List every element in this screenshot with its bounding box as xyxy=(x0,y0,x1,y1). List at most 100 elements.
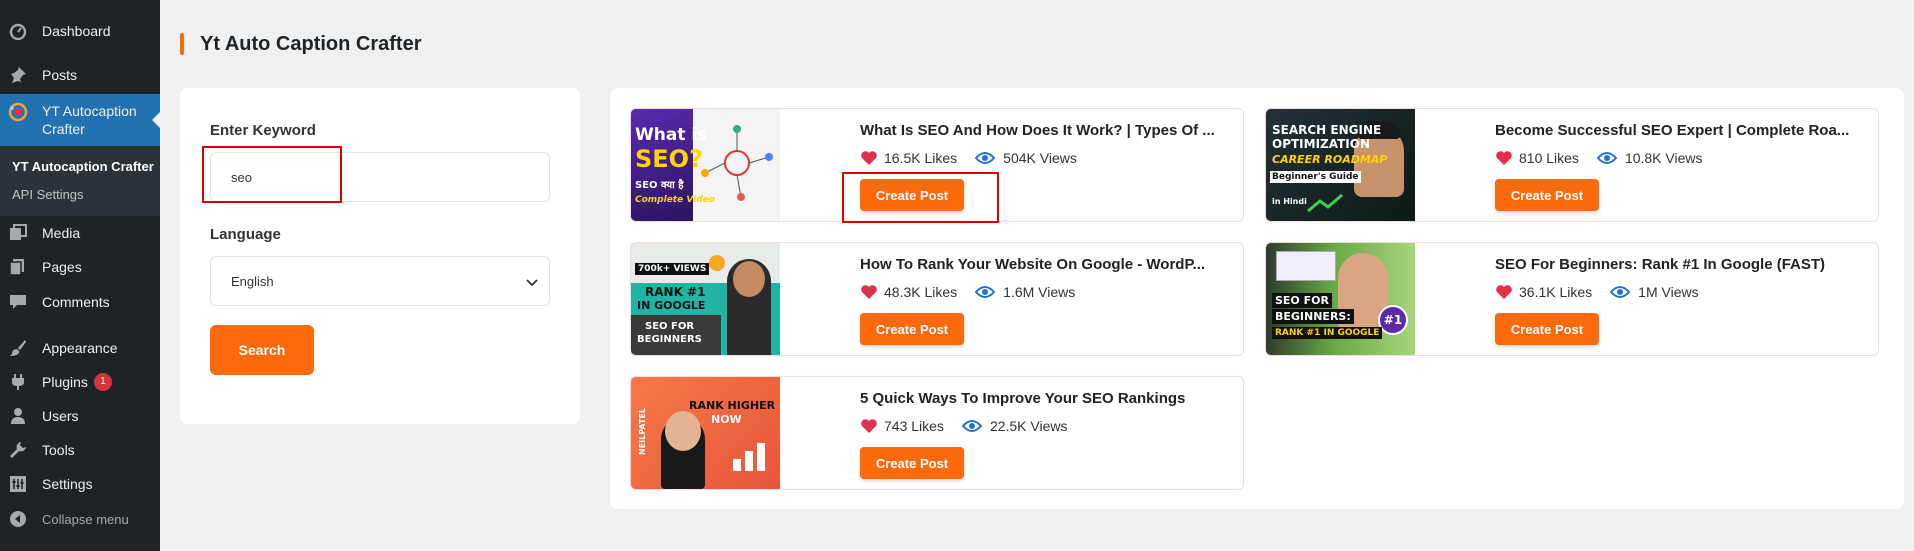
eye-icon xyxy=(1596,152,1617,164)
thumb-text: RANK #1 IN GOOGLE xyxy=(1272,327,1383,339)
keyword-label: Enter Keyword xyxy=(210,122,316,139)
submenu-item-yt-autocaption-crafter[interactable]: YT Autocaption Crafter xyxy=(12,159,154,174)
collapse-menu-label: Collapse menu xyxy=(42,511,129,527)
submenu-item-api-settings[interactable]: API Settings xyxy=(12,187,84,202)
plugin-logo-icon xyxy=(8,102,28,122)
heart-icon xyxy=(861,419,877,433)
thumb-text: 700k+ VIEWS xyxy=(635,263,710,275)
admin-sidebar: Dashboard Posts YT Autocaption Crafter Y… xyxy=(0,0,160,551)
sidebar-item-users[interactable]: Users xyxy=(0,399,160,433)
sidebar-item-appearance[interactable]: Appearance xyxy=(0,331,160,365)
thumb-text: NOW xyxy=(711,413,742,426)
sidebar-item-yt-autocaption-crafter[interactable]: YT Autocaption Crafter xyxy=(0,94,160,146)
video-title[interactable]: How To Rank Your Website On Google - Wor… xyxy=(860,256,1230,273)
brush-icon xyxy=(8,338,28,358)
thumb-text: IN GOOGLE xyxy=(637,299,706,312)
heart-icon xyxy=(861,151,877,165)
views-count: 1M Views xyxy=(1638,284,1699,300)
video-result-card: RANK HIGHER NOW NEILPATEL 5 Quick Ways T… xyxy=(630,376,1244,490)
video-thumbnail: 700k+ VIEWS RANK #1 IN GOOGLE SEO FOR BE… xyxy=(631,243,780,355)
page-header: Yt Auto Caption Crafter xyxy=(180,32,421,56)
annotation-highlight-keyword xyxy=(202,146,342,203)
likes-count: 36.1K Likes xyxy=(1519,284,1593,300)
eye-icon xyxy=(1610,286,1631,298)
likes-count: 48.3K Likes xyxy=(884,284,958,300)
search-form-card: Enter Keyword seo Language English Searc… xyxy=(180,88,580,424)
heart-icon xyxy=(861,285,877,299)
sidebar-item-label: Media xyxy=(42,225,81,241)
video-result-card: SEARCH ENGINE OPTIMIZATION CAREER ROADMA… xyxy=(1265,108,1879,222)
sidebar-item-pages[interactable]: Pages xyxy=(0,250,160,284)
sidebar-item-label: Posts xyxy=(42,67,78,83)
create-post-button[interactable]: Create Post xyxy=(1495,313,1599,345)
user-icon xyxy=(8,406,28,426)
sidebar-item-media[interactable]: Media xyxy=(0,216,160,250)
video-thumbnail: RANK HIGHER NOW NEILPATEL xyxy=(631,377,780,489)
language-select-value: English xyxy=(231,273,274,289)
thumb-text: SEO? xyxy=(635,145,704,173)
video-thumbnail: SEARCH ENGINE OPTIMIZATION CAREER ROADMA… xyxy=(1266,109,1415,221)
likes-count: 16.5K Likes xyxy=(884,150,958,166)
title-accent-bar xyxy=(180,33,184,55)
create-post-button[interactable]: Create Post xyxy=(860,447,964,479)
thumb-text: SEO क्या है xyxy=(635,180,684,191)
thumb-text: NEILPATEL xyxy=(637,408,647,455)
video-result-card: 700k+ VIEWS RANK #1 IN GOOGLE SEO FOR BE… xyxy=(630,242,1244,356)
active-indicator xyxy=(152,112,160,128)
sidebar-item-label: YT Autocaption Crafter xyxy=(42,103,137,137)
collapse-menu-button[interactable]: Collapse menu xyxy=(0,502,160,536)
pages-icon xyxy=(8,257,28,277)
sidebar-item-plugins[interactable]: Plugins 1 xyxy=(0,365,160,399)
views-count: 10.8K Views xyxy=(1624,150,1703,166)
likes-count: 743 Likes xyxy=(884,418,944,434)
comment-icon xyxy=(8,292,28,312)
collapse-icon xyxy=(8,509,28,529)
heart-icon xyxy=(1496,151,1512,165)
sidebar-item-label: Appearance xyxy=(42,340,118,356)
thumb-text: in Hindi xyxy=(1272,197,1307,206)
sidebar-item-label: Tools xyxy=(42,442,75,458)
sidebar-item-posts[interactable]: Posts xyxy=(0,58,160,92)
video-stats: 48.3K Likes 1.6M Views xyxy=(860,284,1075,300)
video-thumbnail: #1 SEO FOR BEGINNERS: RANK #1 IN GOOGLE xyxy=(1266,243,1415,355)
video-thumbnail: What is SEO? SEO क्या है Complete Video xyxy=(631,109,780,221)
video-title[interactable]: SEO For Beginners: Rank #1 In Google (FA… xyxy=(1495,256,1865,273)
plug-icon xyxy=(8,372,28,392)
thumb-text: OPTIMIZATION xyxy=(1272,137,1371,151)
sidebar-item-settings[interactable]: Settings xyxy=(0,467,160,501)
views-count: 22.5K Views xyxy=(989,418,1068,434)
video-stats: 743 Likes 22.5K Views xyxy=(860,418,1068,434)
wrench-icon xyxy=(8,440,28,460)
sidebar-item-tools[interactable]: Tools xyxy=(0,433,160,467)
settings-icon xyxy=(8,474,28,494)
dashboard-icon xyxy=(8,21,28,41)
media-icon xyxy=(8,223,28,243)
sidebar-item-label: Dashboard xyxy=(42,23,111,39)
language-select[interactable]: English xyxy=(210,256,550,306)
language-label: Language xyxy=(210,226,281,243)
thumb-text: BEGINNERS: xyxy=(1272,309,1354,324)
views-count: 1.6M Views xyxy=(1003,284,1076,300)
thumb-text: SEO FOR xyxy=(645,321,695,332)
create-post-button[interactable]: Create Post xyxy=(860,313,964,345)
page-title: Yt Auto Caption Crafter xyxy=(200,32,422,55)
search-button[interactable]: Search xyxy=(210,325,314,375)
sidebar-item-label: Users xyxy=(42,408,79,424)
sidebar-item-label: Settings xyxy=(42,476,93,492)
sidebar-item-dashboard[interactable]: Dashboard xyxy=(0,14,160,48)
thumb-text: SEO FOR xyxy=(1272,293,1332,308)
thumb-text: Beginner's Guide xyxy=(1270,171,1361,183)
views-count: 504K Views xyxy=(1003,150,1077,166)
video-result-card: #1 SEO FOR BEGINNERS: RANK #1 IN GOOGLE … xyxy=(1265,242,1879,356)
sidebar-submenu: YT Autocaption Crafter API Settings xyxy=(0,146,160,216)
create-post-button[interactable]: Create Post xyxy=(1495,179,1599,211)
video-title[interactable]: What Is SEO And How Does It Work? | Type… xyxy=(860,122,1230,139)
video-title[interactable]: 5 Quick Ways To Improve Your SEO Ranking… xyxy=(860,390,1230,407)
pin-icon xyxy=(8,65,28,85)
video-title[interactable]: Become Successful SEO Expert | Complete … xyxy=(1495,122,1865,139)
sidebar-item-label: Comments xyxy=(42,294,110,310)
video-stats: 810 Likes 10.8K Views xyxy=(1495,150,1703,166)
sidebar-item-comments[interactable]: Comments xyxy=(0,285,160,319)
thumb-text: What is xyxy=(635,125,708,145)
thumb-text: Complete Video xyxy=(635,195,715,205)
